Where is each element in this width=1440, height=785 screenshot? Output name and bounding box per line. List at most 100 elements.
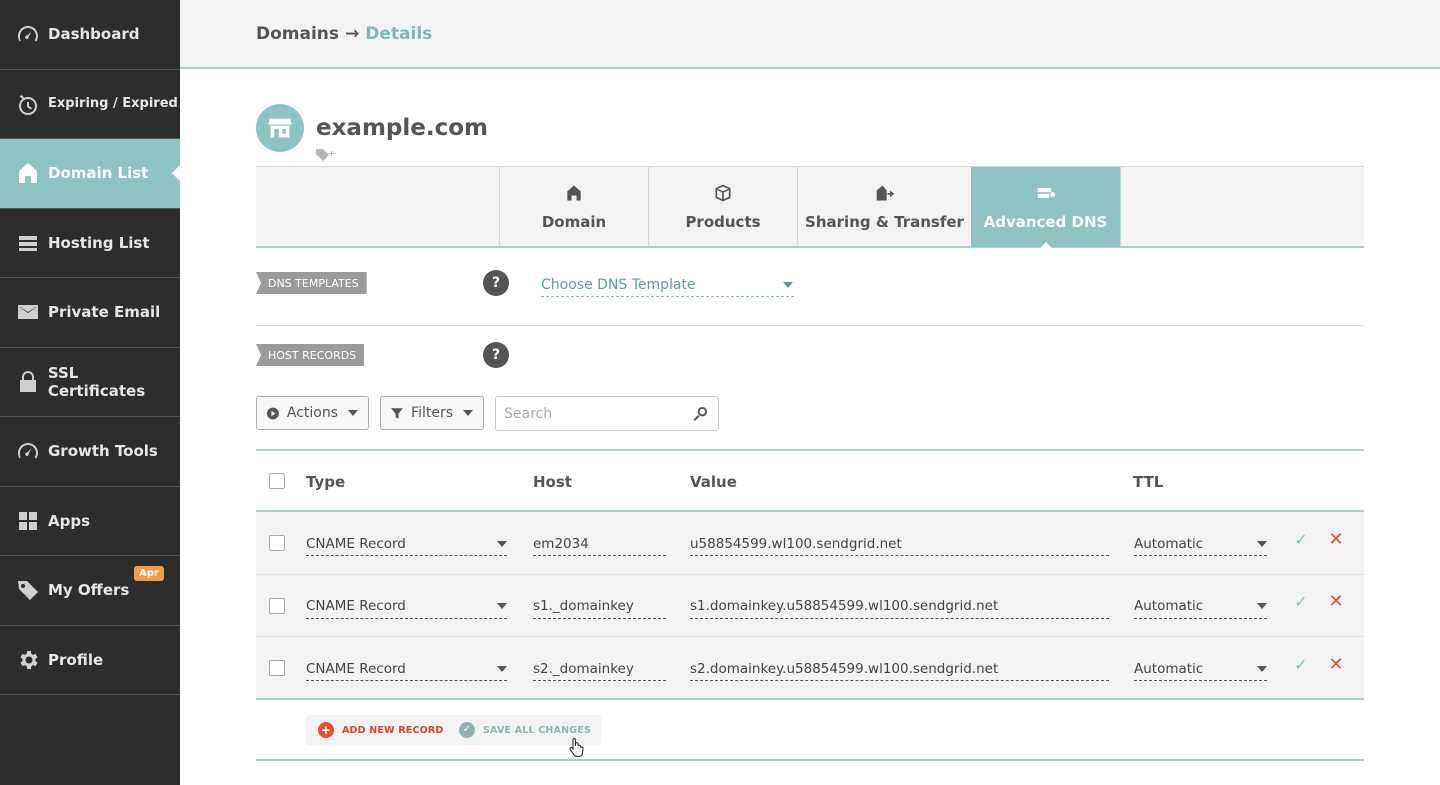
delete-record-icon[interactable]: ✕	[1327, 654, 1345, 675]
sidebar-item-label: Private Email	[48, 303, 161, 322]
table-row: CNAME Record s1._domainkey s1.domainkey.…	[256, 574, 1364, 637]
sidebar-item-apps[interactable]: Apps	[0, 487, 180, 556]
value-input[interactable]: u58854599.wl100.sendgrid.net	[690, 532, 1109, 556]
sidebar-item-domain-list[interactable]: Domain List	[0, 139, 180, 209]
filters-label: Filters	[411, 405, 453, 421]
tag-icon	[14, 576, 42, 604]
col-ttl: TTL	[1133, 473, 1164, 491]
chevron-down-icon	[1257, 540, 1267, 547]
add-new-record-button[interactable]: + ADD NEW RECORD	[306, 715, 454, 745]
sidebar-item-growth-tools[interactable]: Growth Tools	[0, 417, 180, 487]
home-icon	[14, 159, 42, 187]
host-records-help-icon[interactable]: ?	[483, 342, 509, 368]
value-input[interactable]: s2.domainkey.u58854599.wl100.sendgrid.ne…	[690, 657, 1109, 681]
ttl-value: Automatic	[1134, 660, 1204, 677]
play-circle-icon	[267, 407, 279, 419]
storefront-icon	[256, 104, 304, 152]
tab-label: Products	[685, 213, 761, 231]
sidebar-item-label: My Offers	[48, 581, 130, 600]
plus-circle-icon: +	[318, 722, 334, 738]
dns-templates-help-icon[interactable]: ?	[483, 270, 509, 296]
record-actions-bar: + ADD NEW RECORD ✓ SAVE ALL CHANGES	[256, 702, 1364, 761]
record-type-select[interactable]: CNAME Record	[306, 532, 507, 556]
select-all-checkbox[interactable]	[269, 473, 285, 489]
search-icon[interactable]	[693, 406, 708, 421]
table-row: CNAME Record em2034 u58854599.wl100.send…	[256, 512, 1364, 575]
hand-cursor-icon	[569, 737, 584, 757]
add-tag-icon[interactable]	[316, 147, 334, 161]
row-checkbox[interactable]	[269, 597, 285, 614]
record-type-value: CNAME Record	[306, 660, 406, 677]
save-record-icon[interactable]: ✓	[1292, 655, 1310, 674]
ttl-select[interactable]: Automatic	[1134, 595, 1267, 619]
delete-record-icon[interactable]: ✕	[1327, 529, 1345, 550]
sidebar-item-label: Profile	[48, 650, 104, 669]
sidebar-item-expiring[interactable]: Expiring / Expired	[0, 70, 180, 139]
sidebar-item-label: Domain List	[48, 164, 149, 183]
host-input[interactable]: s2._domainkey	[533, 657, 666, 681]
host-records-label: HOST RECORDS	[256, 344, 365, 366]
sidebar-item-dashboard[interactable]: Dashboard	[0, 0, 180, 70]
record-type-select[interactable]: CNAME Record	[306, 595, 507, 619]
add-new-record-label: ADD NEW RECORD	[342, 724, 444, 736]
search-box	[495, 396, 719, 431]
breadcrumb: Domains → Details	[180, 0, 1440, 69]
home-icon	[564, 183, 584, 205]
actions-button[interactable]: Actions	[256, 396, 369, 430]
chevron-down-icon	[497, 665, 507, 672]
host-value: s1._domainkey	[533, 598, 634, 614]
server-icon	[14, 229, 42, 257]
actions-label: Actions	[286, 405, 338, 421]
sidebar-item-label: Growth Tools	[48, 442, 158, 461]
ttl-select[interactable]: Automatic	[1134, 657, 1267, 681]
apps-icon	[14, 507, 42, 535]
server-gear-icon	[1036, 183, 1056, 205]
sidebar-item-label: Dashboard	[48, 25, 140, 44]
col-type: Type	[306, 473, 346, 491]
domain-tabs: Domain Products Sharing & Transfer Advan…	[256, 166, 1364, 249]
chevron-down-icon	[497, 603, 507, 609]
dns-template-select[interactable]: Choose DNS Template	[541, 273, 794, 297]
chevron-down-icon	[1257, 603, 1267, 609]
record-type-select[interactable]: CNAME Record	[306, 657, 507, 681]
sidebar: Dashboard Expiring / Expired Domain List…	[0, 0, 180, 785]
sidebar-item-label: Apps	[48, 511, 91, 530]
save-all-changes-label: SAVE ALL CHANGES	[483, 724, 592, 736]
sidebar-item-private-email[interactable]: Private Email	[0, 278, 180, 348]
domain-header: example.com	[256, 104, 488, 152]
sidebar-item-ssl-certificates[interactable]: SSL Certificates	[0, 348, 180, 417]
check-circle-icon: ✓	[459, 722, 475, 738]
sidebar-item-hosting-list[interactable]: Hosting List	[0, 209, 180, 278]
save-record-icon[interactable]: ✓	[1292, 530, 1310, 549]
sidebar-item-profile[interactable]: Profile	[0, 626, 180, 695]
tab-sharing-transfer[interactable]: Sharing & Transfer	[797, 167, 971, 247]
ttl-select[interactable]: Automatic	[1134, 532, 1267, 556]
value-text: s2.domainkey.u58854599.wl100.sendgrid.ne…	[690, 660, 999, 677]
house-transfer-icon	[875, 183, 895, 205]
save-record-icon[interactable]: ✓	[1292, 592, 1310, 611]
delete-record-icon[interactable]: ✕	[1327, 591, 1345, 612]
value-text: u58854599.wl100.sendgrid.net	[690, 535, 902, 552]
search-input[interactable]	[504, 405, 693, 422]
offers-badge: Apr	[134, 566, 164, 581]
host-input[interactable]: s1._domainkey	[533, 595, 666, 619]
sidebar-item-my-offers[interactable]: My Offers Apr	[0, 556, 180, 626]
host-value: em2034	[533, 535, 589, 552]
row-checkbox[interactable]	[269, 535, 285, 551]
speedometer-icon	[14, 437, 42, 465]
timer-icon	[14, 90, 42, 118]
tab-label: Advanced DNS	[983, 213, 1108, 231]
breadcrumb-separator: →	[345, 23, 360, 44]
tab-products[interactable]: Products	[648, 167, 797, 247]
sidebar-item-label: SSL Certificates	[47, 363, 146, 400]
row-checkbox[interactable]	[269, 660, 285, 676]
table-header: Type Host Value TTL	[256, 449, 1364, 512]
host-input[interactable]: em2034	[533, 532, 666, 556]
chevron-down-icon	[1257, 665, 1267, 672]
record-type-value: CNAME Record	[306, 598, 406, 614]
breadcrumb-domains[interactable]: Domains	[256, 24, 339, 44]
tab-advanced-dns[interactable]: Advanced DNS	[971, 167, 1120, 249]
tab-domain[interactable]: Domain	[499, 167, 648, 247]
value-input[interactable]: s1.domainkey.u58854599.wl100.sendgrid.ne…	[690, 595, 1109, 619]
filters-button[interactable]: Filters	[380, 396, 484, 430]
